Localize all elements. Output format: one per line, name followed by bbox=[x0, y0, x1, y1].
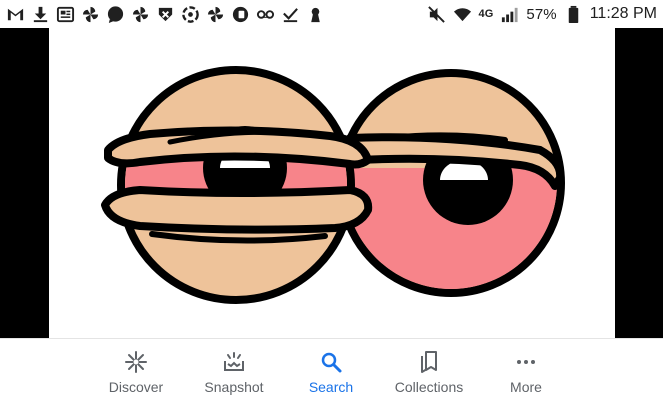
system-status: 4G 57% 11:28 PM bbox=[427, 5, 657, 24]
messages-icon bbox=[106, 5, 125, 24]
tired-eyes-illustration bbox=[101, 66, 565, 304]
collections-icon bbox=[416, 349, 442, 375]
nav-label-snapshot: Snapshot bbox=[204, 379, 264, 395]
nav-more[interactable]: More bbox=[474, 339, 578, 401]
unknown-app-icon bbox=[231, 5, 250, 24]
network-type-badge: 4G bbox=[478, 8, 494, 20]
keyhole-icon bbox=[306, 5, 325, 24]
battery-icon bbox=[564, 5, 583, 24]
bottom-navigation: Discover Snapshot Search Collections Mor… bbox=[0, 338, 663, 400]
battery-percentage: 57% bbox=[526, 5, 557, 23]
voicemail-icon bbox=[256, 5, 275, 24]
download-icon bbox=[31, 5, 50, 24]
nav-snapshot[interactable]: Snapshot bbox=[182, 339, 286, 401]
status-bar: 4G 57% 11:28 PM bbox=[0, 0, 663, 28]
nav-discover[interactable]: Discover bbox=[84, 339, 188, 401]
more-icon bbox=[513, 349, 539, 375]
nav-label-search: Search bbox=[308, 379, 354, 395]
search-result-image[interactable] bbox=[49, 28, 615, 338]
mobile-vpn-icon bbox=[156, 5, 175, 24]
discover-icon bbox=[123, 349, 149, 375]
notification-icons bbox=[6, 5, 325, 24]
pinwheel-icon bbox=[81, 5, 100, 24]
nav-collections[interactable]: Collections bbox=[377, 339, 481, 401]
search-icon bbox=[318, 349, 344, 375]
unknown-app-icon bbox=[181, 5, 200, 24]
signal-icon bbox=[500, 5, 519, 24]
snapshot-icon bbox=[221, 349, 247, 375]
nav-search[interactable]: Search bbox=[279, 339, 383, 401]
nav-label-more: More bbox=[510, 379, 542, 395]
image-viewer bbox=[0, 28, 663, 338]
nav-label-discover: Discover bbox=[108, 379, 164, 395]
wifi-icon bbox=[453, 5, 472, 24]
nav-label-collections: Collections bbox=[394, 379, 464, 395]
pinwheel-icon bbox=[206, 5, 225, 24]
left-lower-eyelid bbox=[101, 186, 373, 234]
clock: 11:28 PM bbox=[589, 5, 657, 22]
pinwheel-icon bbox=[131, 5, 150, 24]
check-icon bbox=[281, 5, 300, 24]
mute-icon bbox=[427, 5, 446, 24]
gmail-icon bbox=[6, 5, 25, 24]
news-icon bbox=[56, 5, 75, 24]
left-upper-eyelid bbox=[104, 126, 372, 169]
